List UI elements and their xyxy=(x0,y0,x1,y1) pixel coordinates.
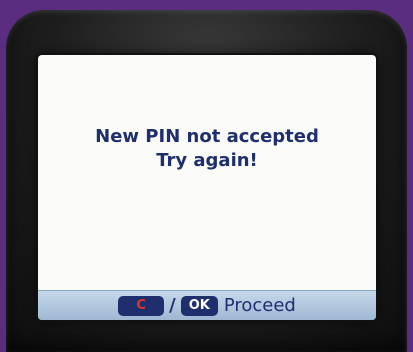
softkey-bar: C / OK Proceed xyxy=(38,290,376,320)
softkey-separator: / xyxy=(169,295,176,316)
message-line-1: New PIN not accepted xyxy=(95,126,319,147)
cancel-key-button[interactable]: C xyxy=(118,295,165,316)
ok-key-button[interactable]: OK xyxy=(180,295,218,316)
message-line-2: Try again! xyxy=(156,150,258,171)
proceed-label: Proceed xyxy=(223,295,296,316)
photo-frame: New PIN not accepted Try again! C / OK P… xyxy=(0,0,413,352)
error-message: New PIN not accepted Try again! xyxy=(38,125,376,173)
device-screen: New PIN not accepted Try again! C / OK P… xyxy=(38,55,376,320)
